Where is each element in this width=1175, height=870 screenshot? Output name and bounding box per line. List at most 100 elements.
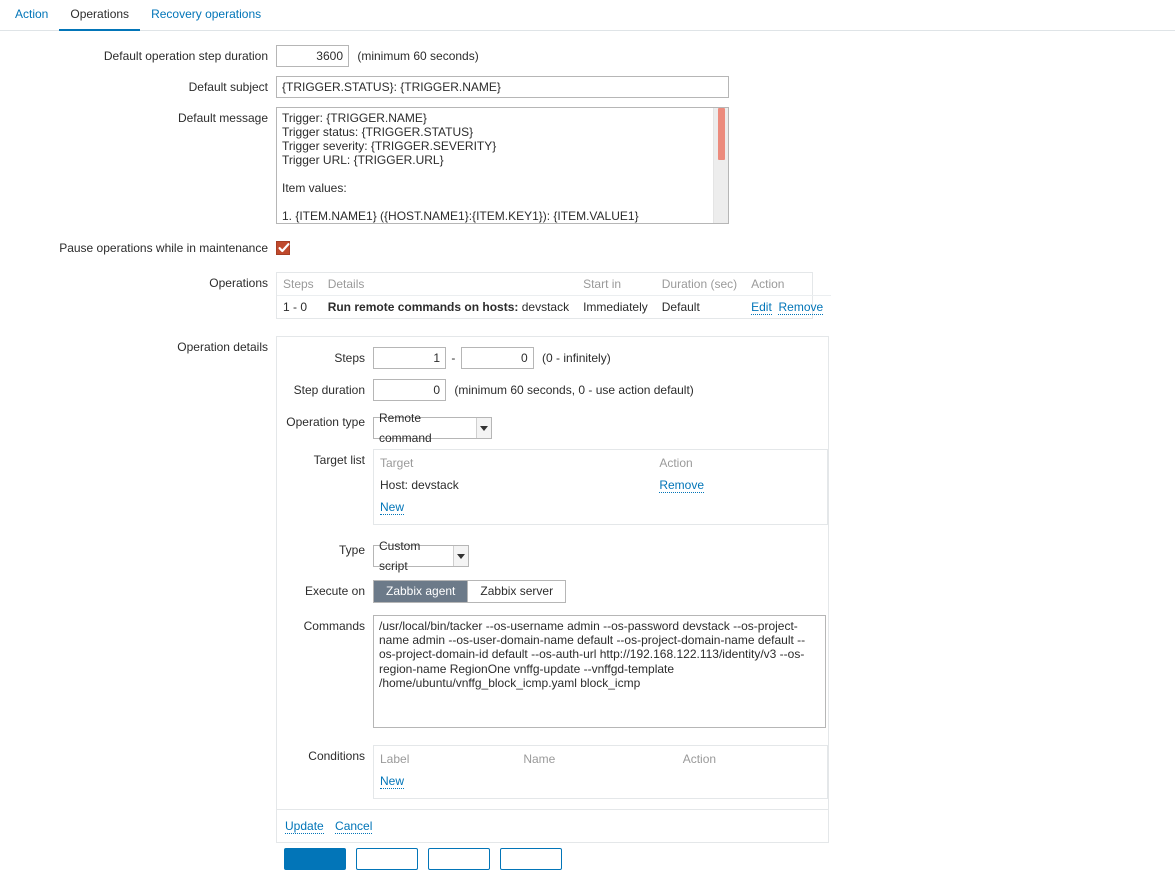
- conditions-header: Label Name Action: [374, 748, 827, 770]
- prow-target-list: Target list Target Action Host: devstack…: [277, 449, 828, 525]
- tab-operations[interactable]: Operations: [59, 0, 140, 31]
- prow-commands: Commands /usr/local/bin/tacker --os-user…: [277, 615, 828, 731]
- condition-new-link[interactable]: New: [380, 774, 404, 789]
- label-step-duration: Step duration: [277, 379, 373, 401]
- target-remove-link[interactable]: Remove: [659, 478, 704, 493]
- step-duration-input[interactable]: [373, 379, 446, 401]
- label-operation-type: Operation type: [277, 411, 373, 433]
- operation-cancel-link[interactable]: Cancel: [335, 819, 372, 834]
- col-steps: Steps: [277, 273, 322, 296]
- target-value: Host: devstack: [374, 474, 650, 496]
- row-operation-details: Operation details Steps - (0 - infinitel…: [0, 336, 1175, 843]
- col-condition-label: Label: [374, 748, 514, 770]
- label-execute-on: Execute on: [277, 580, 373, 602]
- row-operations-table: Operations Steps Details Start in Durati…: [0, 272, 1175, 319]
- type-value: Custom script: [379, 536, 453, 576]
- default-message-scrollbar-thumb[interactable]: [718, 108, 725, 160]
- cell-steps: 1 - 0: [277, 296, 322, 319]
- col-start-in: Start in: [577, 273, 656, 296]
- col-target-action: Action: [653, 452, 698, 474]
- operation-remove-link[interactable]: Remove: [778, 300, 823, 315]
- label-default-subject: Default subject: [0, 76, 276, 98]
- operation-update-link[interactable]: Update: [285, 819, 324, 834]
- label-commands: Commands: [277, 615, 373, 637]
- label-operations: Operations: [0, 272, 276, 294]
- prow-operation-type: Operation type Remote command: [277, 411, 828, 439]
- tab-action[interactable]: Action: [4, 0, 59, 31]
- operations-form: Default operation step duration (minimum…: [0, 31, 1175, 843]
- steps-from-input[interactable]: [373, 347, 446, 369]
- table-row: 1 - 0 Run remote commands on hosts: devs…: [277, 296, 831, 319]
- execute-on-option-zabbix-agent[interactable]: Zabbix agent: [374, 581, 468, 602]
- steps-hint: (0 - infinitely): [542, 351, 611, 365]
- tab-bar: Action Operations Recovery operations: [0, 0, 1175, 31]
- operations-table-box: Steps Details Start in Duration (sec) Ac…: [276, 272, 813, 319]
- footer-secondary-button-2[interactable]: [428, 848, 490, 870]
- target-list-header: Target Action: [374, 452, 827, 474]
- footer-secondary-button-3[interactable]: [500, 848, 562, 870]
- target-new-cell: New: [374, 496, 410, 518]
- prow-conditions: Conditions Label Name Action New: [277, 745, 828, 799]
- chevron-down-icon: [476, 418, 491, 438]
- steps-separator: -: [451, 351, 455, 365]
- condition-new-cell: New: [374, 770, 410, 792]
- operation-details-panel: Steps - (0 - infinitely) Step duration (…: [276, 336, 829, 843]
- prow-steps: Steps - (0 - infinitely): [277, 347, 828, 369]
- col-condition-action: Action: [677, 748, 722, 770]
- target-remove-cell: Remove: [653, 474, 710, 496]
- chevron-down-icon: [453, 546, 468, 566]
- target-list-new-row: New: [374, 496, 827, 518]
- prow-type: Type Custom script: [277, 539, 828, 567]
- label-default-step-duration: Default operation step duration: [0, 45, 276, 67]
- cell-details: Run remote commands on hosts: devstack: [322, 296, 577, 319]
- cell-details-bold: Run remote commands on hosts:: [328, 300, 519, 314]
- label-conditions: Conditions: [277, 745, 373, 767]
- check-icon: [277, 241, 291, 255]
- operation-edit-link[interactable]: Edit: [751, 300, 772, 315]
- footer-buttons: [284, 848, 562, 870]
- execute-on-toggle: Zabbix agent Zabbix server: [373, 580, 566, 603]
- row-default-step-duration: Default operation step duration (minimum…: [0, 45, 1175, 67]
- row-pause-maintenance: Pause operations while in maintenance: [0, 237, 1175, 259]
- default-step-duration-hint: (minimum 60 seconds): [357, 49, 478, 63]
- footer-secondary-button-1[interactable]: [356, 848, 418, 870]
- col-target: Target: [374, 452, 650, 474]
- conditions-new-row: New: [374, 770, 827, 792]
- default-subject-input[interactable]: [276, 76, 729, 98]
- label-pause-maintenance: Pause operations while in maintenance: [0, 237, 276, 259]
- default-step-duration-input[interactable]: [276, 45, 349, 67]
- label-operation-details: Operation details: [0, 336, 276, 358]
- label-type: Type: [277, 539, 373, 561]
- cell-start-in: Immediately: [577, 296, 656, 319]
- target-list-box: Target Action Host: devstack Remove: [373, 449, 828, 525]
- cell-action: Edit Remove: [745, 296, 831, 319]
- target-new-link[interactable]: New: [380, 500, 404, 515]
- list-item: Host: devstack Remove: [374, 474, 827, 496]
- operation-type-select[interactable]: Remote command: [373, 417, 492, 439]
- prow-execute-on: Execute on Zabbix agent Zabbix server: [277, 580, 828, 603]
- footer-primary-button[interactable]: [284, 848, 346, 870]
- label-default-message: Default message: [0, 107, 276, 129]
- commands-textarea[interactable]: /usr/local/bin/tacker --os-username admi…: [373, 615, 826, 728]
- tab-recovery-operations[interactable]: Recovery operations: [140, 0, 272, 31]
- conditions-box: Label Name Action New: [373, 745, 828, 799]
- default-message-textarea[interactable]: Trigger: {TRIGGER.NAME} Trigger status: …: [276, 107, 729, 224]
- label-target-list: Target list: [277, 449, 373, 471]
- cell-details-rest: devstack: [522, 300, 569, 314]
- row-default-message: Default message Trigger: {TRIGGER.NAME} …: [0, 107, 1175, 224]
- operation-type-value: Remote command: [379, 408, 476, 448]
- default-message-wrapper: Trigger: {TRIGGER.NAME} Trigger status: …: [276, 107, 729, 224]
- row-default-subject: Default subject: [0, 76, 1175, 98]
- col-duration: Duration (sec): [656, 273, 745, 296]
- operations-table: Steps Details Start in Duration (sec) Ac…: [277, 273, 831, 318]
- operations-table-header: Steps Details Start in Duration (sec) Ac…: [277, 273, 831, 296]
- operation-details-actions: Update Cancel: [277, 809, 828, 842]
- col-details: Details: [322, 273, 577, 296]
- execute-on-option-zabbix-server[interactable]: Zabbix server: [468, 581, 565, 602]
- pause-maintenance-checkbox[interactable]: [276, 241, 290, 255]
- steps-to-input[interactable]: [461, 347, 534, 369]
- label-steps: Steps: [277, 347, 373, 369]
- prow-step-duration: Step duration (minimum 60 seconds, 0 - u…: [277, 379, 828, 401]
- col-condition-name: Name: [517, 748, 673, 770]
- type-select[interactable]: Custom script: [373, 545, 469, 567]
